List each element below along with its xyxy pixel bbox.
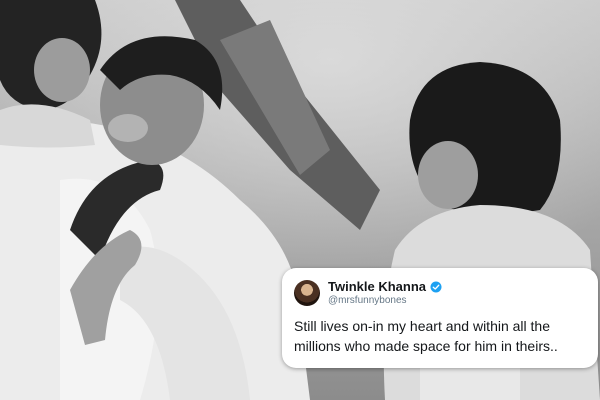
avatar[interactable] bbox=[294, 280, 320, 306]
tweet-card: Twinkle Khanna @mrsfunnybones Still live… bbox=[282, 268, 598, 368]
display-name[interactable]: Twinkle Khanna bbox=[328, 279, 426, 294]
tweet-text: Still lives on-in my heart and within al… bbox=[294, 318, 558, 354]
user-handle[interactable]: @mrsfunnybones bbox=[328, 295, 407, 306]
tweet-author-row: Twinkle Khanna bbox=[328, 279, 442, 294]
verified-badge-icon bbox=[430, 281, 442, 292]
